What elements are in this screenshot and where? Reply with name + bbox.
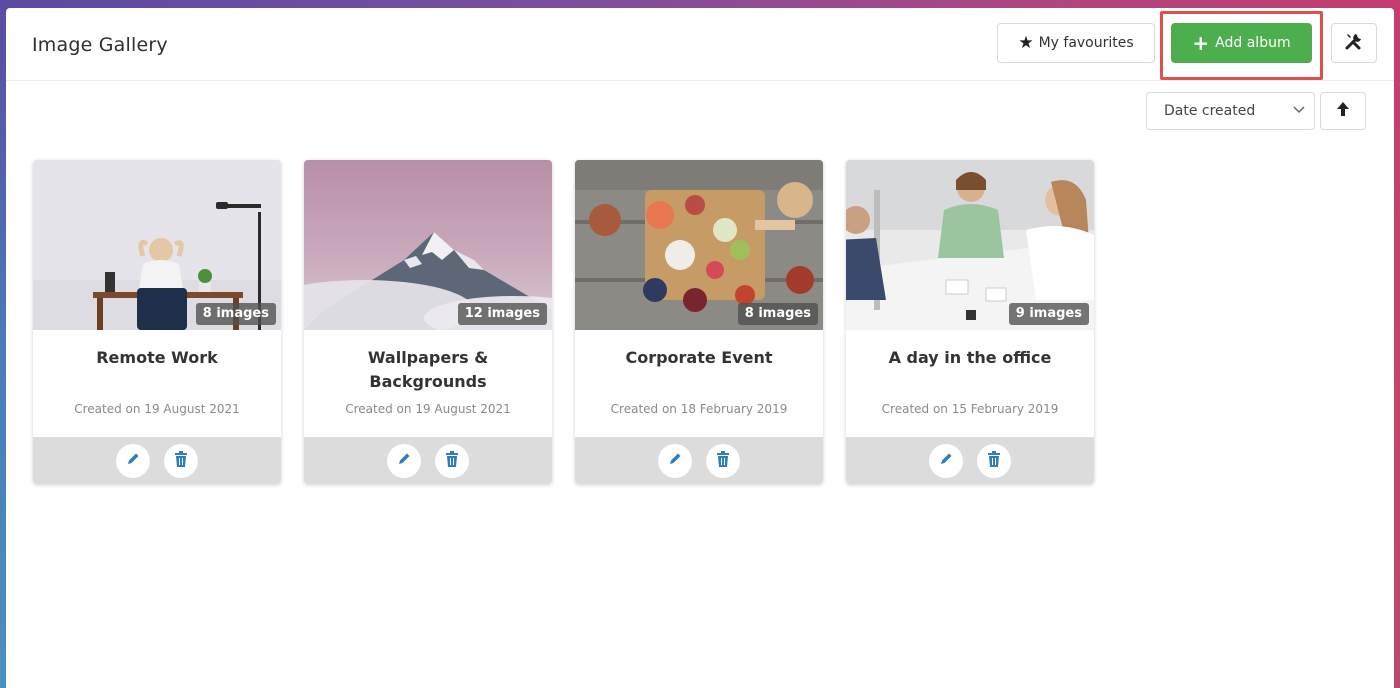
image-count-badge: 8 images [737, 303, 818, 325]
delete-album-button[interactable] [706, 443, 740, 478]
add-album-button[interactable]: + Add album [1171, 23, 1312, 63]
album-created-date: Created on 18 February 2019 [610, 402, 788, 416]
gallery-panel: Image Gallery ★ My favourites + Add albu… [6, 8, 1394, 688]
edit-album-button[interactable] [929, 443, 963, 478]
my-favourites-button[interactable]: ★ My favourites [997, 23, 1155, 63]
page-title: Image Gallery [32, 34, 168, 56]
pencil-icon [667, 451, 683, 471]
header-bar: Image Gallery ★ My favourites + Add albu… [6, 8, 1394, 81]
album-created-date: Created on 19 August 2021 [345, 402, 511, 416]
album-actions [846, 437, 1094, 484]
album-created-date: Created on 15 February 2019 [881, 402, 1059, 416]
trash-icon [716, 450, 730, 471]
chevron-down-icon [1292, 102, 1306, 116]
star-icon: ★ [1018, 33, 1034, 53]
trash-icon [174, 450, 188, 471]
album-title[interactable]: Remote Work [53, 346, 261, 370]
my-favourites-label: My favourites [1038, 35, 1134, 51]
settings-button[interactable] [1331, 23, 1377, 63]
plus-icon: + [1192, 31, 1210, 55]
image-count-badge: 9 images [1008, 303, 1089, 325]
add-album-label: Add album [1215, 35, 1291, 51]
album-actions [304, 437, 552, 484]
edit-album-button[interactable] [387, 443, 421, 478]
delete-album-button[interactable] [164, 443, 198, 478]
album-card[interactable]: 9 images A day in the office Created on … [846, 160, 1094, 484]
sort-by-select[interactable]: Date created [1146, 92, 1315, 130]
delete-album-button[interactable] [435, 443, 469, 478]
edit-album-button[interactable] [116, 443, 150, 478]
trash-icon [987, 450, 1001, 471]
album-title[interactable]: A day in the office [866, 346, 1074, 370]
frame-gradient-right [1394, 0, 1400, 688]
delete-album-button[interactable] [977, 443, 1011, 478]
album-actions [575, 437, 823, 484]
album-actions [33, 437, 281, 484]
sort-direction-button[interactable] [1320, 92, 1366, 130]
album-card[interactable]: 12 images Wallpapers & Backgrounds Creat… [304, 160, 552, 484]
tools-icon [1344, 31, 1364, 55]
album-title[interactable]: Wallpapers & Backgrounds [324, 346, 532, 394]
edit-album-button[interactable] [658, 443, 692, 478]
sort-by-value: Date created [1164, 103, 1256, 119]
album-thumbnail[interactable]: 8 images [575, 160, 823, 330]
album-thumbnail[interactable]: 9 images [846, 160, 1094, 330]
album-thumbnail[interactable]: 12 images [304, 160, 552, 330]
album-thumbnail[interactable]: 8 images [33, 160, 281, 330]
pencil-icon [396, 451, 412, 471]
album-title[interactable]: Corporate Event [595, 346, 803, 370]
album-created-date: Created on 19 August 2021 [74, 402, 240, 416]
pencil-icon [125, 451, 141, 471]
arrow-up-icon [1335, 101, 1351, 121]
album-card[interactable]: 8 images Corporate Event Created on 18 F… [575, 160, 823, 484]
album-card[interactable]: 8 images Remote Work Created on 19 Augus… [33, 160, 281, 484]
pencil-icon [938, 451, 954, 471]
image-count-badge: 8 images [195, 303, 276, 325]
image-count-badge: 12 images [457, 303, 547, 325]
trash-icon [445, 450, 459, 471]
